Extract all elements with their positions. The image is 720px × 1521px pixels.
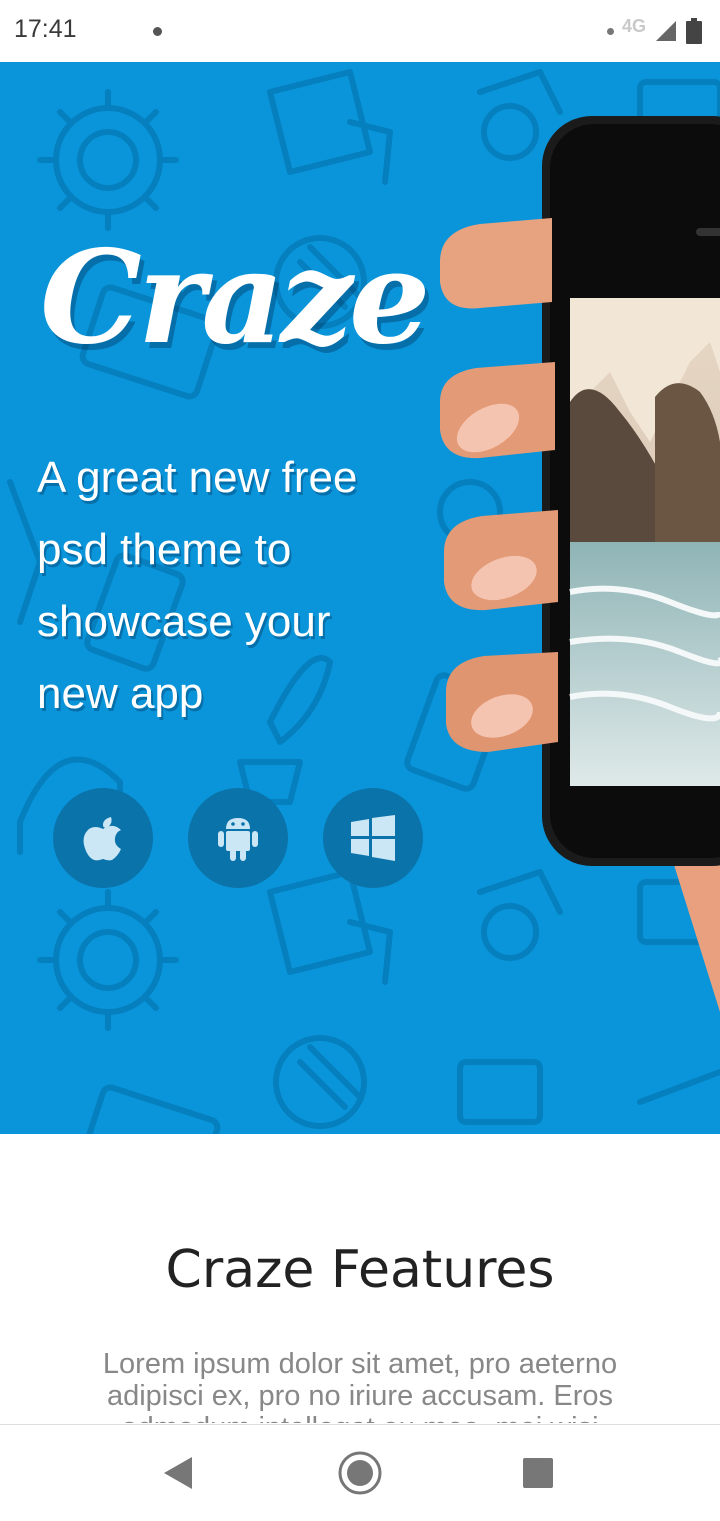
windows-icon [351, 815, 395, 861]
network-type: 4G [621, 15, 646, 36]
android-icon [218, 818, 258, 861]
battery-icon [686, 18, 702, 44]
hero-tagline: A great new free psd theme to showcase y… [37, 453, 358, 718]
status-time: 17:41 [14, 15, 77, 43]
android-button[interactable] [188, 788, 288, 888]
recents-icon [523, 1458, 553, 1488]
apple-button[interactable] [53, 788, 153, 888]
dot-icon [606, 27, 614, 35]
status-icons: 4G [606, 14, 702, 48]
signal-icon [656, 21, 676, 41]
back-icon [164, 1457, 192, 1489]
home-button[interactable] [332, 1445, 388, 1501]
status-bar: 17:41 4G [0, 0, 720, 62]
recents-button[interactable] [510, 1445, 566, 1501]
home-icon [338, 1451, 382, 1495]
back-button[interactable] [150, 1445, 206, 1501]
features-title: Craze Features [165, 1240, 555, 1300]
features-description: Lorem ipsum dolor sit amet, pro aeterno … [102, 1348, 618, 1423]
apple-icon [83, 817, 121, 861]
notification-dot-icon [153, 27, 162, 36]
app-logo: Craze [40, 223, 430, 373]
hand-holding-phone-image [440, 116, 720, 1012]
windows-button[interactable] [323, 788, 423, 888]
system-navigation-bar [0, 1424, 720, 1521]
hero-banner: Craze A great new free psd theme to show… [0, 62, 720, 1134]
